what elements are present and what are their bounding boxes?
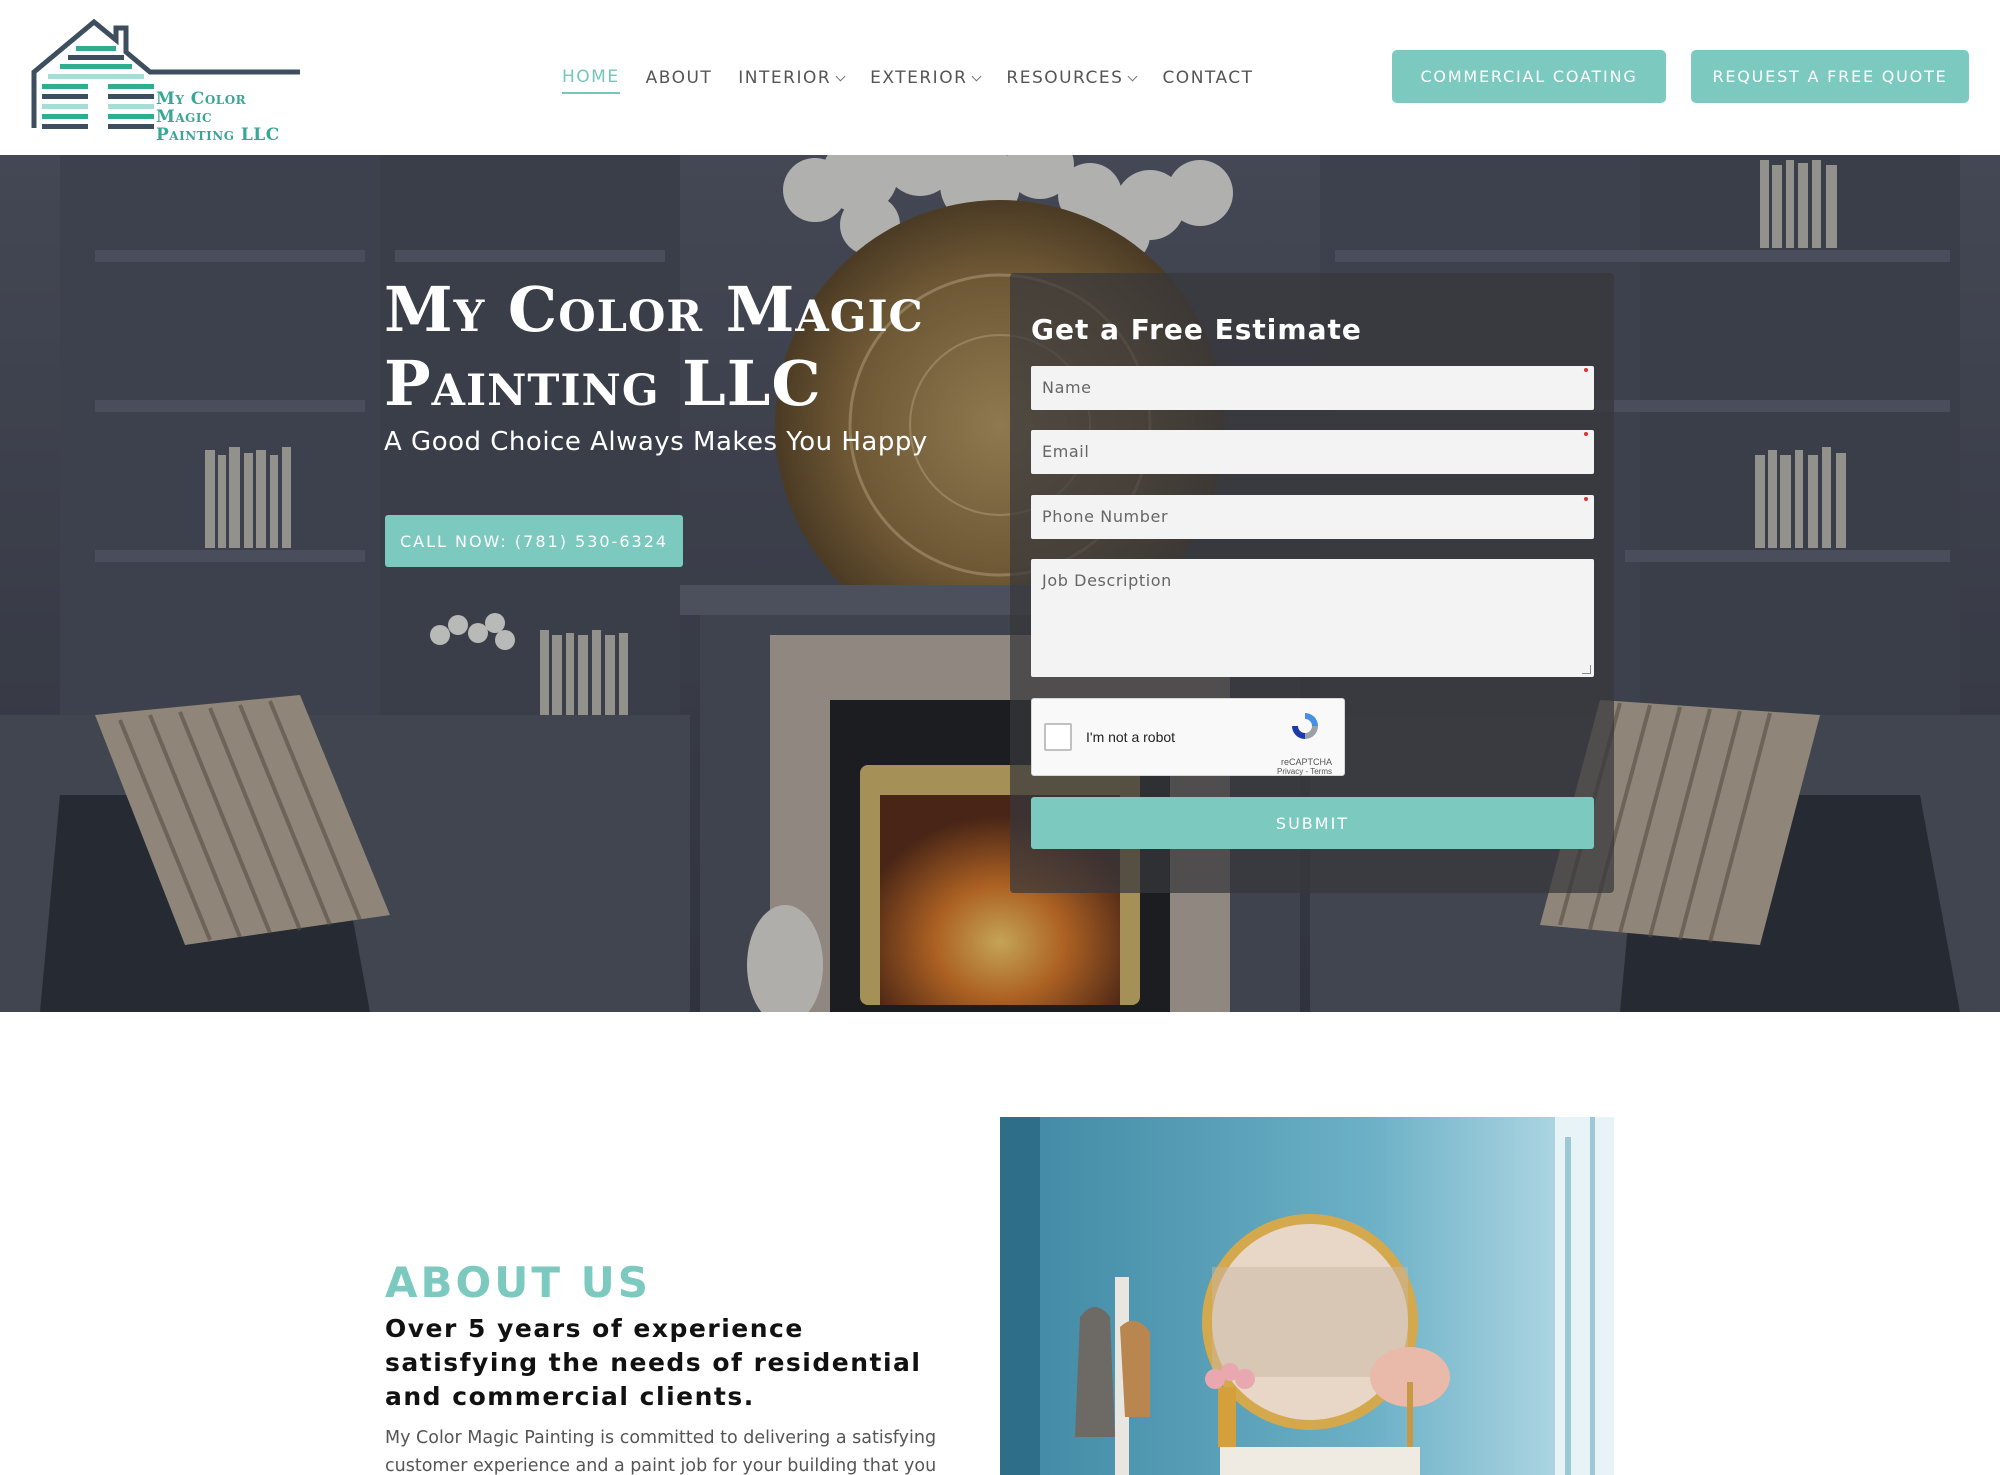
nav-about[interactable]: ABOUT — [646, 62, 713, 94]
estimate-form: Get a Free Estimate Name Email Phone Num… — [1010, 273, 1614, 893]
recaptcha-logo-icon — [1292, 713, 1318, 739]
about-body: My Color Magic Painting is committed to … — [385, 1428, 937, 1475]
chevron-down-icon — [1127, 71, 1138, 81]
recaptcha-label: I'm not a robot — [1086, 729, 1176, 745]
about-lead: Over 5 years of experience satisfying th… — [385, 1314, 922, 1411]
nav-contact[interactable]: CONTACT — [1162, 62, 1253, 94]
about-photo — [1000, 1117, 1614, 1475]
email-placeholder: Email — [1042, 442, 1090, 461]
nav-exterior[interactable]: EXTERIOR — [870, 62, 982, 94]
submit-button[interactable]: SUBMIT — [1031, 797, 1594, 849]
nav-exterior-label: EXTERIOR — [870, 68, 968, 88]
chevron-down-icon — [971, 71, 982, 81]
chevron-down-icon — [835, 71, 846, 81]
request-quote-button[interactable]: REQUEST A FREE QUOTE — [1691, 50, 1969, 103]
nav-contact-label: CONTACT — [1162, 68, 1254, 88]
nav-interior-label: INTERIOR — [738, 68, 832, 88]
hallway-mirror-image — [1000, 1117, 1614, 1475]
phone-input[interactable]: Phone Number — [1031, 495, 1594, 539]
job-description-textarea[interactable]: Job Description — [1031, 559, 1594, 677]
nav-resources[interactable]: RESOURCES — [1006, 62, 1138, 94]
nav-resources-label: RESOURCES — [1006, 68, 1124, 88]
logo-text: My Color Magic Painting LLC — [156, 90, 308, 144]
name-placeholder: Name — [1042, 378, 1092, 397]
commercial-coating-button[interactable]: COMMERCIAL COATING — [1392, 50, 1666, 103]
company-logo[interactable]: My Color Magic Painting LLC — [28, 16, 308, 144]
recaptcha-widget: I'm not a robot reCAPTCHA Privacy - Term… — [1031, 698, 1345, 776]
nav-home[interactable]: HOME — [562, 62, 620, 94]
nav-interior[interactable]: INTERIOR — [738, 62, 846, 94]
hero-section: My Color Magic Painting LLC A Good Choic… — [0, 155, 2000, 1012]
hero-title-line2: Painting LLC — [384, 347, 822, 420]
name-input[interactable]: Name — [1031, 366, 1594, 410]
logo-text-line1: My Color Magic — [156, 89, 247, 127]
logo-text-line2: Painting LLC — [156, 125, 280, 145]
recaptcha-terms-link[interactable]: Privacy - Terms — [1277, 767, 1332, 776]
hero-title-line1: My Color Magic — [384, 273, 924, 346]
call-now-button[interactable]: CALL NOW: (781) 530-6324 — [385, 515, 683, 567]
recaptcha-brand: reCAPTCHA — [1280, 757, 1332, 767]
required-marker-icon — [1584, 432, 1588, 436]
nav-about-label: ABOUT — [645, 68, 713, 88]
hero-title: My Color Magic Painting LLC — [384, 273, 944, 421]
job-placeholder: Job Description — [1042, 571, 1172, 590]
site-header: My Color Magic Painting LLC HOME ABOUT I… — [0, 0, 2000, 155]
nav-home-label: HOME — [562, 67, 620, 87]
email-input[interactable]: Email — [1031, 430, 1594, 474]
hero-subtitle: A Good Choice Always Makes You Happy — [384, 427, 928, 457]
required-marker-icon — [1584, 368, 1588, 372]
required-marker-icon — [1584, 497, 1588, 501]
resize-handle-icon[interactable] — [1582, 665, 1591, 674]
recaptcha-checkbox[interactable] — [1044, 723, 1072, 751]
hero-overlay — [0, 155, 2000, 1012]
form-title: Get a Free Estimate — [1031, 313, 1362, 346]
main-nav: HOME ABOUT INTERIOR EXTERIOR RESOURCES C… — [562, 62, 1280, 94]
phone-placeholder: Phone Number — [1042, 507, 1169, 526]
about-heading: ABOUT US — [385, 1258, 651, 1307]
